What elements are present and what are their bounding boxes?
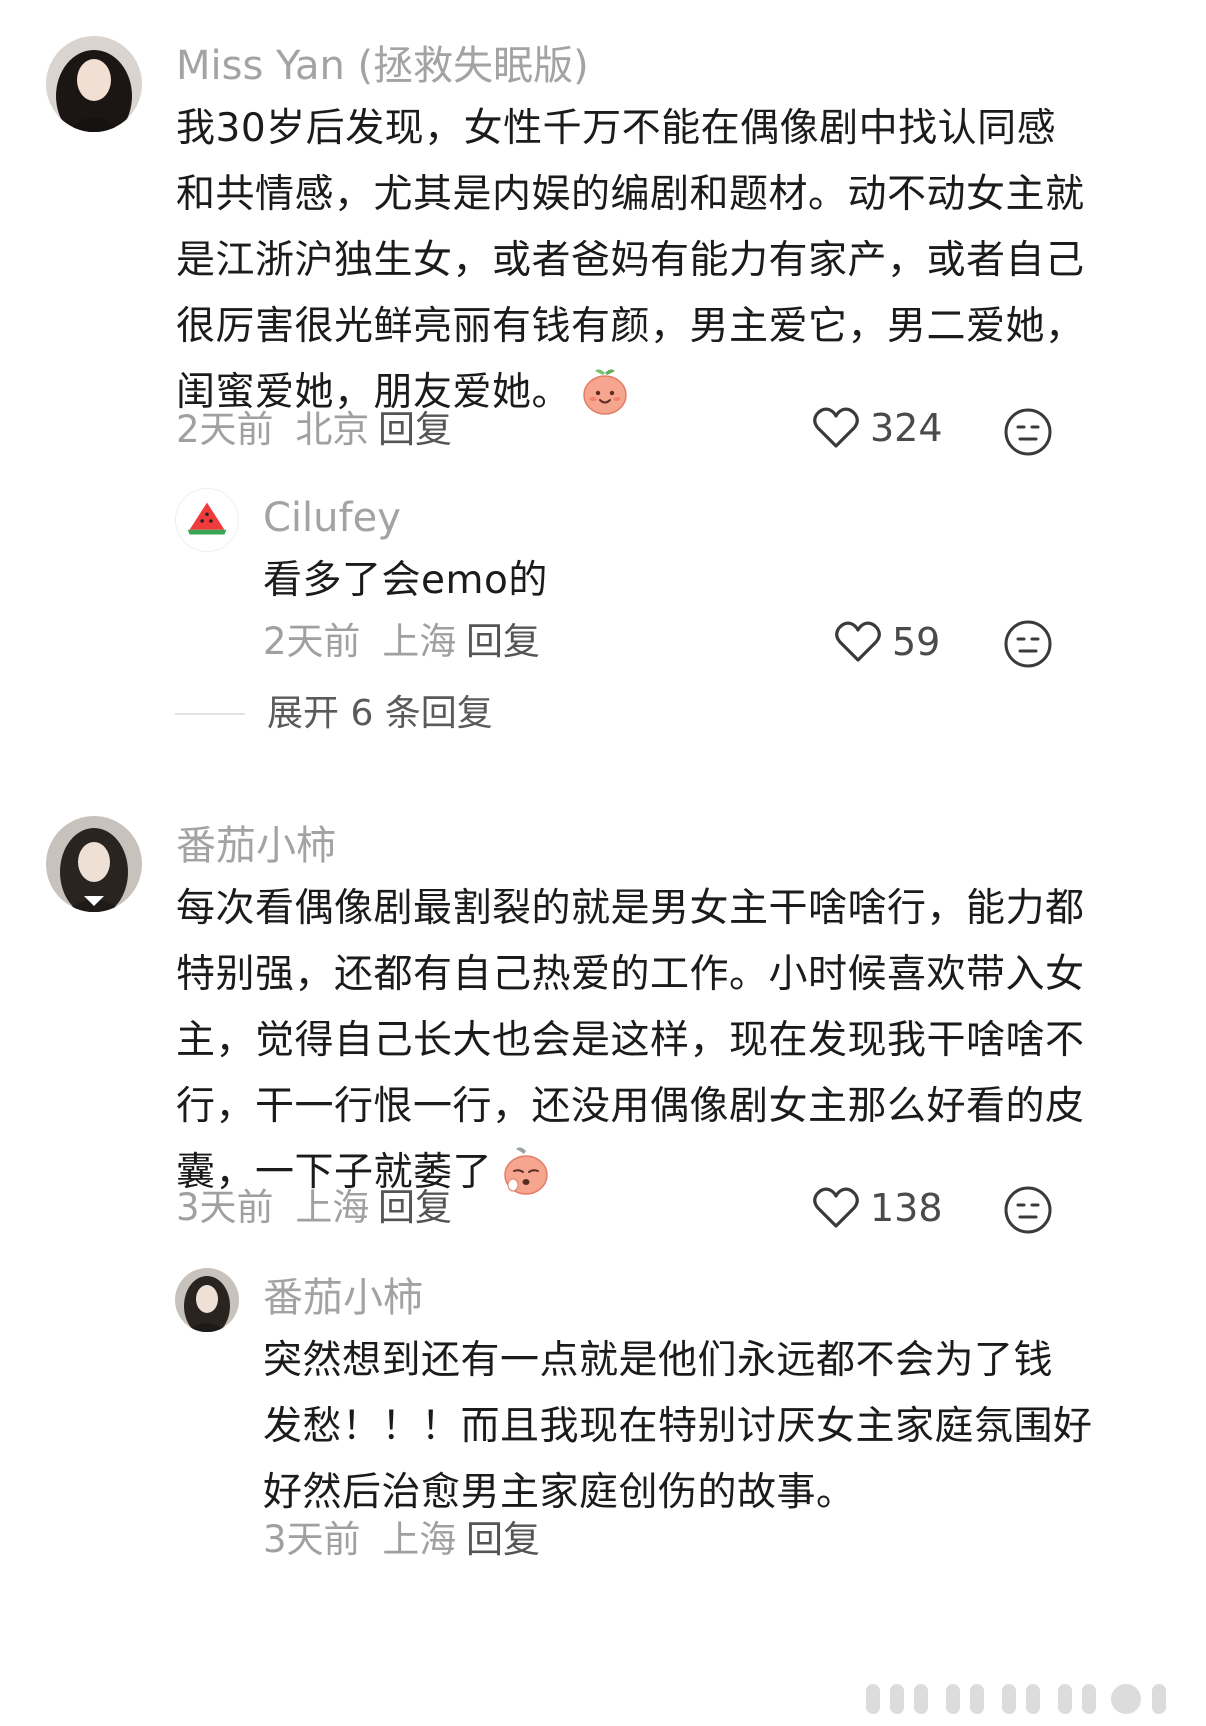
expand-divider bbox=[175, 713, 245, 715]
heart-outline-icon bbox=[813, 1187, 859, 1228]
reply-2-location: 上海 bbox=[382, 1518, 457, 1561]
comment-2-location: 上海 bbox=[295, 1186, 370, 1229]
comment-1-like-count: 324 bbox=[870, 406, 943, 450]
comment-1-line-2: 和共情感，尤其是内娱的编剧和题材。动不动女主就 bbox=[176, 172, 1085, 217]
comment-2-username[interactable]: 番茄小柿 bbox=[176, 822, 336, 870]
comment-1-username[interactable]: Miss Yan (拯救失眠版) bbox=[176, 42, 589, 90]
comment-2-like-count: 138 bbox=[870, 1186, 943, 1230]
reply-2-time: 3天前 bbox=[263, 1518, 361, 1561]
comment-2-line-1: 每次看偶像剧最割裂的就是男女主干啥啥行，能力都 bbox=[176, 886, 1085, 931]
avatar-cilufey[interactable] bbox=[175, 488, 239, 552]
comment-1-time: 2天前 bbox=[176, 408, 274, 451]
reply-2-line-1: 突然想到还有一点就是他们永远都不会为了钱 bbox=[263, 1338, 1054, 1383]
reply-1-time: 2天前 bbox=[263, 620, 361, 663]
comment-1-location: 北京 bbox=[295, 408, 370, 451]
reply-1-line-1: 看多了会emo的 bbox=[263, 558, 548, 603]
reply-2-line-3: 好然后治愈男主家庭创伤的故事。 bbox=[263, 1470, 856, 1515]
reply-1-like-button[interactable]: 59 bbox=[834, 620, 940, 664]
avatar-portrait-icon bbox=[175, 1268, 239, 1332]
comment-2-text: 每次看偶像剧最割裂的就是男女主干啥啥行，能力都 特别强，还都有自己热爱的工作。小… bbox=[176, 876, 1085, 1206]
reply-1-username[interactable]: Cilufey bbox=[263, 494, 401, 542]
comment-2-like-button[interactable]: 138 bbox=[812, 1186, 943, 1230]
reply-1-meta: 2天前 上海 bbox=[263, 620, 456, 664]
reply-1-text: 看多了会emo的 bbox=[263, 548, 548, 614]
expand-replies-label: 展开 6 条回复 bbox=[267, 693, 493, 734]
comment-2-time: 3天前 bbox=[176, 1186, 274, 1229]
comment-1-line-3: 是江浙沪独生女，或者爸妈有能力有家产，或者自己 bbox=[176, 238, 1085, 283]
reply-2-meta: 3天前 上海 bbox=[263, 1518, 456, 1562]
reply-1-like-count: 59 bbox=[892, 620, 941, 664]
sad-peach-emoji-icon bbox=[504, 1147, 548, 1195]
comment-2-reply-button[interactable]: 回复 bbox=[378, 1186, 452, 1230]
expand-replies-button[interactable]: 展开 6 条回复 bbox=[175, 692, 493, 736]
avatar-fanqie-xiaoshi-reply[interactable] bbox=[175, 1268, 239, 1332]
comment-1-text: 我30岁后发现，女性千万不能在偶像剧中找认同感 和共情感，尤其是内娱的编剧和题材… bbox=[176, 96, 1085, 426]
reply-1-location: 上海 bbox=[382, 620, 457, 663]
comment-2-line-3: 主，觉得自己长大也会是这样，现在发现我干啥啥不 bbox=[176, 1018, 1085, 1063]
avatar-miss-yan[interactable] bbox=[46, 36, 142, 132]
comment-2-line-2: 特别强，还都有自己热爱的工作。小时候喜欢带入女 bbox=[176, 952, 1085, 997]
comment-1-reply-button[interactable]: 回复 bbox=[378, 408, 452, 452]
reply-2-reply-button[interactable]: 回复 bbox=[466, 1518, 540, 1562]
comment-2-meta: 3天前 上海 bbox=[176, 1186, 369, 1230]
comment-1-like-button[interactable]: 324 bbox=[812, 406, 943, 450]
avatar-portrait-icon bbox=[46, 816, 142, 912]
smiling-peach-emoji-icon bbox=[583, 369, 627, 415]
reply-2-line-2: 发愁！！！而且我现在特别讨厌女主家庭氛围好 bbox=[263, 1404, 1093, 1449]
heart-outline-icon bbox=[835, 621, 881, 662]
watermelon-icon bbox=[176, 489, 238, 551]
comment-1-dislike-icon[interactable] bbox=[1002, 406, 1054, 458]
avatar-portrait-icon bbox=[46, 36, 142, 132]
comment-2-dislike-icon[interactable] bbox=[1002, 1184, 1054, 1236]
comment-1-line-1: 我30岁后发现，女性千万不能在偶像剧中找认同感 bbox=[176, 106, 1057, 151]
heart-outline-icon bbox=[813, 407, 859, 448]
comment-2-line-4: 行，干一行恨一行，还没用偶像剧女主那么好看的皮 bbox=[176, 1084, 1085, 1129]
reply-1-dislike-icon[interactable] bbox=[1002, 618, 1054, 670]
reply-2-text: 突然想到还有一点就是他们永远都不会为了钱 发愁！！！而且我现在特别讨厌女主家庭氛… bbox=[263, 1328, 1093, 1526]
comment-1-line-4: 很厉害很光鲜亮丽有钱有颜，男主爱它，男二爱她， bbox=[176, 304, 1085, 349]
avatar-fanqie-xiaoshi[interactable] bbox=[46, 816, 142, 912]
watermark-logo-icon bbox=[866, 1684, 1166, 1714]
reply-1-reply-button[interactable]: 回复 bbox=[466, 620, 540, 664]
comment-1-meta: 2天前 北京 bbox=[176, 408, 369, 452]
reply-2-username[interactable]: 番茄小柿 bbox=[263, 1274, 423, 1322]
